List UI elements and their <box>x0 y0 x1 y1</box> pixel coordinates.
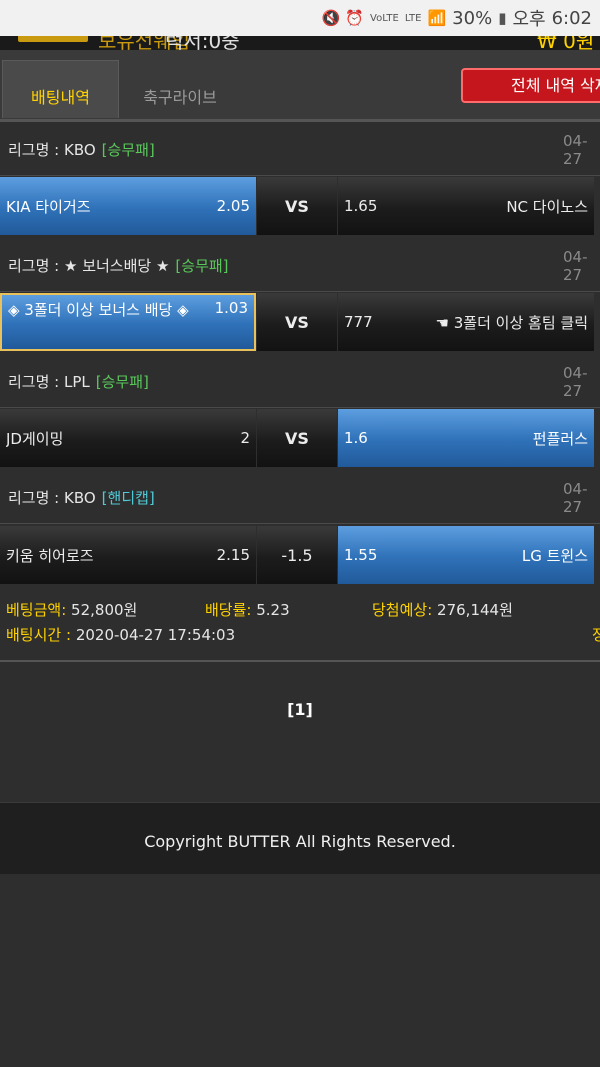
signal-icon: 📶 <box>427 9 447 27</box>
match-date: 04-27 <box>563 363 588 400</box>
league-name: 리그명 : ★ 보너스배당 ★ <box>8 257 170 275</box>
match-date: 04-27 <box>563 131 588 168</box>
league-name: 리그명 : KBO <box>8 489 96 507</box>
home-team: ◈ 3폴더 이상 보너스 배당 ◈ <box>8 301 189 319</box>
header-strip: 보유전웨입 럭서:0중 ₩ 0원 <box>0 36 600 50</box>
away-team: 펀플러스 <box>532 429 588 448</box>
battery-icon: ▮ <box>498 9 507 27</box>
home-pick[interactable]: 키움 히어로즈 2.15 <box>0 526 256 584</box>
bet-amount-label: 베팅금액: <box>6 601 67 619</box>
lte-label: LTE <box>404 12 422 24</box>
expected-win-value: 276,144원 <box>437 601 513 619</box>
bet-type: [승무패] <box>175 257 229 275</box>
odds-rate-value: 5.23 <box>256 601 290 619</box>
away-pick[interactable]: 777 ☚ 3폴더 이상 홈팀 클릭 <box>338 293 594 351</box>
won-balance: ₩ 0원 <box>537 36 595 50</box>
bet-time-label: 배팅시간 : <box>6 626 72 644</box>
away-odds: 1.65 <box>344 197 378 215</box>
count-label: 럭서:0중 <box>165 36 240 50</box>
home-odds: 2.05 <box>216 197 250 215</box>
delete-all-button[interactable]: 전체 내역 삭제 <box>461 68 600 103</box>
clock-ampm: 오후 <box>512 9 546 30</box>
match-row: JD게이밍 2 VS 1.6 펀플러스 <box>0 409 600 467</box>
tab-bar: 배팅내역 축구라이브 전체 내역 삭제 <box>0 50 600 122</box>
bet-type: [승무패] <box>101 141 155 159</box>
expected-win-label: 당첨예상: <box>372 601 433 619</box>
bet-summary: 베팅금액: 52,800원 배당률: 5.23 당첨예상: 276,144원 배… <box>0 588 600 662</box>
odds-rate: 배당률: 5.23 <box>205 599 290 620</box>
league-row: 리그명 : LPL [승무패] 04-27 <box>0 356 600 408</box>
away-odds: 1.55 <box>344 546 378 564</box>
away-odds: 1.6 <box>344 429 368 447</box>
handicap-value: -1.5 <box>257 526 337 584</box>
home-team: 키움 히어로즈 <box>6 546 94 565</box>
tab-soccer-live[interactable]: 축구라이브 <box>120 60 240 118</box>
clock-time: 6:02 <box>551 7 592 29</box>
home-pick[interactable]: JD게이밍 2 <box>0 409 256 467</box>
match-row: ◈ 3폴더 이상 보너스 배당 ◈ 1.03 VS 777 ☚ 3폴더 이상 홈… <box>0 293 600 351</box>
page-bottom <box>0 874 600 1067</box>
bet-time: 배팅시간 : 2020-04-27 17:54:03 <box>6 624 235 645</box>
league-name: 리그명 : LPL <box>8 373 90 391</box>
odds-rate-label: 배당률: <box>205 601 252 619</box>
volte-label: VoLTE <box>370 12 399 24</box>
footer-copyright: Copyright BUTTER All Rights Reserved. <box>0 802 600 874</box>
home-team: JD게이밍 <box>6 429 64 448</box>
vs-label: VS <box>257 409 337 467</box>
league-row: 리그명 : KBO [승무패] 04-27 <box>0 124 600 176</box>
away-pick[interactable]: 1.6 펀플러스 <box>338 409 594 467</box>
home-team: KIA 타이거즈 <box>6 197 91 216</box>
league-row: 리그명 : ★ 보너스배당 ★ [승무패] 04-27 <box>0 240 600 292</box>
match-row: 키움 히어로즈 2.15 -1.5 1.55 LG 트윈스 <box>0 526 600 584</box>
league-row: 리그명 : KBO [핸디캡] 04-27 <box>0 472 600 524</box>
away-team: NC 다이노스 <box>506 197 588 216</box>
battery-percent: 30% <box>452 7 493 29</box>
tab-bet-history[interactable]: 배팅내역 <box>2 60 119 118</box>
bet-amount: 베팅금액: 52,800원 <box>6 599 137 620</box>
away-odds: 777 <box>344 313 373 331</box>
away-pick[interactable]: 1.55 LG 트윈스 <box>338 526 594 584</box>
bet-amount-value: 52,800원 <box>71 601 138 619</box>
bet-type: [핸디캡] <box>101 489 155 507</box>
home-odds: 1.03 <box>214 299 248 317</box>
pagination-current[interactable]: [1] <box>0 700 600 719</box>
home-odds: 2.15 <box>216 546 250 564</box>
bet-type: [승무패] <box>95 373 149 391</box>
away-pick[interactable]: 1.65 NC 다이노스 <box>338 177 594 235</box>
away-team: ☚ 3폴더 이상 홈팀 클릭 <box>435 313 588 332</box>
vs-label: VS <box>257 293 337 351</box>
truncated-action[interactable]: 정 <box>592 624 600 645</box>
match-row: KIA 타이거즈 2.05 VS 1.65 NC 다이노스 <box>0 177 600 235</box>
home-pick[interactable]: ◈ 3폴더 이상 보너스 배당 ◈ 1.03 <box>0 293 256 351</box>
league-name: 리그명 : KBO <box>8 141 96 159</box>
away-team: LG 트윈스 <box>521 546 588 565</box>
vs-label: VS <box>257 177 337 235</box>
status-bar: 🔇 ⏰ VoLTE LTE 📶 30% ▮ 오후 6:02 <box>0 0 600 36</box>
match-date: 04-27 <box>563 247 588 284</box>
mute-alarm-icon: 🔇 ⏰ <box>321 9 365 27</box>
expected-win: 당첨예상: 276,144원 <box>372 599 513 620</box>
home-odds: 2 <box>240 429 250 447</box>
match-date: 04-27 <box>563 479 588 516</box>
home-pick[interactable]: KIA 타이거즈 2.05 <box>0 177 256 235</box>
bet-time-value: 2020-04-27 17:54:03 <box>75 626 236 644</box>
logo <box>18 36 88 42</box>
